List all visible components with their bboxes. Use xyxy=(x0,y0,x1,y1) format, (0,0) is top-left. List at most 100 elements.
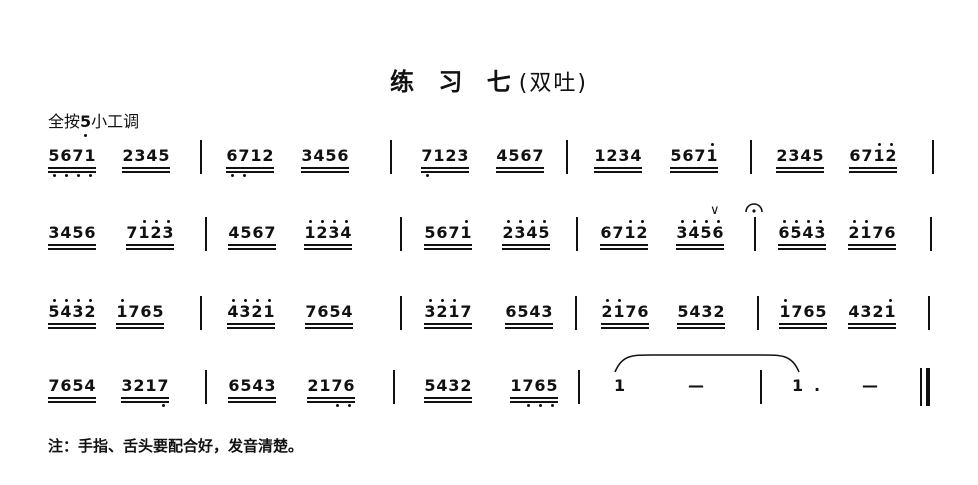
high-octave-dot xyxy=(782,220,786,223)
note: 5 xyxy=(670,146,682,165)
note-group: 2345 xyxy=(776,146,824,173)
note-group: 6543 xyxy=(778,220,826,250)
ending-note: 1 xyxy=(614,376,626,395)
note: 7 xyxy=(157,376,169,407)
eighth-beam xyxy=(779,323,827,325)
high-octave-dot xyxy=(452,299,456,302)
augmentation-dot: . xyxy=(814,376,821,395)
note: 1 xyxy=(779,299,791,322)
note: 5 xyxy=(517,302,529,321)
note: 7 xyxy=(72,146,84,177)
barline xyxy=(200,140,202,174)
low-octave-dot xyxy=(88,174,92,177)
sixteenth-beam xyxy=(778,248,826,250)
note: 6 xyxy=(803,302,815,321)
high-octave-dot xyxy=(231,299,235,302)
note: 6 xyxy=(228,376,240,395)
note-group: 2176 xyxy=(307,376,355,407)
eighth-beam xyxy=(424,323,472,325)
note: 7 xyxy=(872,223,884,242)
eighth-beam xyxy=(505,323,553,325)
eighth-beam xyxy=(126,244,174,246)
high-octave-dot xyxy=(88,299,92,302)
note: 4 xyxy=(341,302,353,321)
low-octave-dot xyxy=(425,174,429,177)
fermata-icon xyxy=(745,203,763,213)
note: 1 xyxy=(460,220,472,243)
eighth-beam xyxy=(502,244,550,246)
note-group: 3456 xyxy=(48,223,96,250)
note: 5 xyxy=(152,302,164,321)
note: 2 xyxy=(885,143,897,166)
key-suffix: 小工调 xyxy=(91,112,140,131)
note-group: 2176 xyxy=(601,299,649,329)
note-group: 7654 xyxy=(48,376,96,403)
note: 4 xyxy=(689,302,701,321)
note: 3 xyxy=(72,299,84,322)
note: 1 xyxy=(84,146,96,177)
eighth-beam xyxy=(776,167,824,169)
note-group: 1234 xyxy=(304,220,352,250)
note: 3 xyxy=(541,302,553,321)
low-octave-dot xyxy=(347,404,351,407)
barline xyxy=(205,217,207,251)
note: 3 xyxy=(328,220,340,243)
note: 5 xyxy=(158,146,170,165)
sixteenth-beam xyxy=(510,401,558,403)
note-group: 5671 xyxy=(48,146,96,177)
barline xyxy=(578,370,580,404)
note: 4 xyxy=(848,302,860,321)
sixteenth-beam xyxy=(116,327,164,329)
barline xyxy=(576,217,578,251)
note: 5 xyxy=(424,376,436,395)
score-page: 练 习 七(双吐) 全按5 小工调 56712345671234567123456… xyxy=(0,0,978,485)
score-row: 5432176543217654321765432176543217654321 xyxy=(0,296,978,342)
note: 5 xyxy=(424,223,436,242)
note: 3 xyxy=(514,220,526,243)
note: 4 xyxy=(60,223,72,242)
eighth-beam xyxy=(305,323,353,325)
barline xyxy=(205,370,207,404)
breath-mark: ∨ xyxy=(710,203,720,218)
note: 6 xyxy=(84,223,96,242)
note-group: 7654 xyxy=(305,302,353,329)
note: 5 xyxy=(700,220,712,243)
sixteenth-beam xyxy=(121,401,169,403)
low-octave-dot xyxy=(64,174,68,177)
eighth-beam xyxy=(676,244,724,246)
eighth-beam xyxy=(227,323,275,325)
note-group: 6543 xyxy=(505,302,553,329)
note: 6 xyxy=(884,223,896,242)
barline xyxy=(928,296,930,330)
key-prefix: 全按 xyxy=(48,112,81,131)
note-group: 3456 xyxy=(676,220,724,250)
note: 2 xyxy=(133,376,145,395)
note-group: 1765 xyxy=(116,299,164,329)
note: 3 xyxy=(424,299,436,322)
high-octave-dot xyxy=(783,299,787,302)
ending-dash: — xyxy=(688,376,704,395)
note: 7 xyxy=(694,146,706,165)
note: 3 xyxy=(162,220,174,243)
key-note: 5 xyxy=(80,112,91,137)
eighth-beam xyxy=(122,167,170,169)
note-group: 6543 xyxy=(228,376,276,403)
sixteenth-beam xyxy=(48,401,96,403)
note: 4 xyxy=(800,146,812,165)
note: 6 xyxy=(637,302,649,321)
note: 6 xyxy=(849,146,861,165)
footnote: 注：手指、舌头要配合好，发音清楚。 xyxy=(48,437,304,455)
note-group: 3456 xyxy=(301,146,349,173)
note: 6 xyxy=(60,146,72,177)
eighth-beam xyxy=(424,397,472,399)
note: 2 xyxy=(776,146,788,165)
note-group: 5432 xyxy=(424,376,472,403)
note: 4 xyxy=(313,146,325,165)
note: 7 xyxy=(612,223,624,242)
sixteenth-beam xyxy=(126,248,174,250)
sixteenth-beam xyxy=(227,327,275,329)
eighth-beam xyxy=(594,167,642,169)
eighth-beam xyxy=(48,323,96,325)
note: 1 xyxy=(433,146,445,165)
note: 1 xyxy=(706,143,718,166)
